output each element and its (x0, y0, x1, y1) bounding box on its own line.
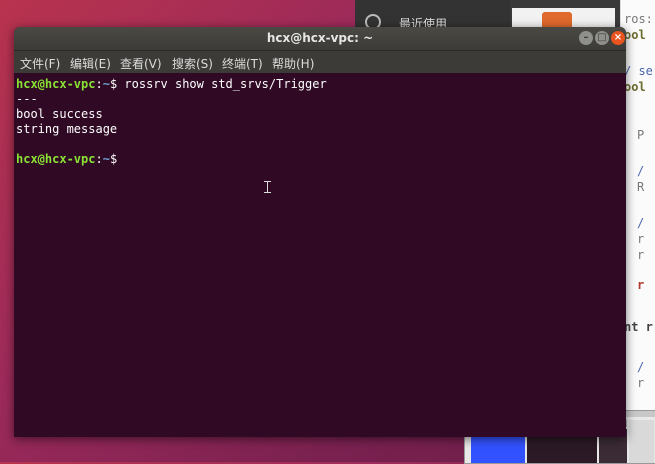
menu-search[interactable]: 搜索(S) (172, 55, 213, 72)
editor-line: / (637, 360, 645, 374)
editor-line: nt r (624, 320, 653, 334)
terminal-window[interactable]: hcx@hcx-vpc: ~ – □ × 文件(F) 编辑(E) 查看(V) 搜… (14, 27, 626, 437)
editor-line: r (637, 232, 645, 246)
background-file-manager: 最近使用 (355, 0, 620, 31)
maximize-button[interactable]: □ (595, 31, 609, 45)
editor-line: R (637, 180, 645, 194)
text-cursor-icon (264, 181, 271, 193)
terminal-output[interactable]: hcx@hcx-vpc:~$ rossrv show std_srvs/Trig… (16, 77, 626, 437)
command-line: hcx@hcx-vpc:~$ (16, 152, 626, 167)
prompt-path: ~ (102, 152, 110, 166)
menu-edit[interactable]: 编辑(E) (70, 55, 111, 72)
menu-bar: 文件(F) 编辑(E) 查看(V) 搜索(S) 终端(T) 帮助(H) (14, 51, 626, 73)
thumbnail-sidebar (629, 420, 654, 463)
menu-file[interactable]: 文件(F) (20, 55, 60, 72)
prompt-path: ~ (102, 77, 110, 91)
file-manager-sidebar: 最近使用 (355, 0, 510, 31)
command-text: rossrv show std_srvs/Trigger (124, 77, 327, 91)
editor-line: / se (624, 64, 653, 78)
editor-line: r (637, 376, 645, 390)
output-line: bool success (16, 107, 103, 121)
window-title: hcx@hcx-vpc: ~ (266, 31, 374, 45)
menu-terminal[interactable]: 终端(T) (222, 55, 263, 72)
menu-view[interactable]: 查看(V) (120, 55, 162, 72)
editor-line: ros: (624, 12, 653, 26)
output-line: --- (16, 92, 38, 106)
editor-line: r (637, 248, 645, 262)
editor-line: r (637, 278, 645, 292)
prompt-user: hcx@hcx-vpc (16, 77, 96, 91)
command-line: hcx@hcx-vpc:~$ rossrv show std_srvs/Trig… (16, 77, 626, 92)
menu-help[interactable]: 帮助(H) (272, 55, 314, 72)
prompt-dollar: $ (109, 152, 125, 166)
prompt-separator: : (95, 77, 103, 91)
editor-line: / (637, 216, 645, 230)
editor-line: P (637, 128, 645, 142)
close-button[interactable]: × (611, 31, 625, 45)
prompt-separator: : (95, 152, 103, 166)
prompt-dollar: $ (109, 77, 125, 91)
editor-line: ool (624, 80, 646, 94)
output-line: string message (16, 122, 118, 136)
minimize-button[interactable]: – (579, 31, 593, 45)
window-titlebar[interactable]: hcx@hcx-vpc: ~ – □ × (14, 27, 626, 51)
editor-line: ool (624, 28, 646, 42)
editor-line: / (637, 164, 645, 178)
prompt-user: hcx@hcx-vpc (16, 152, 96, 166)
